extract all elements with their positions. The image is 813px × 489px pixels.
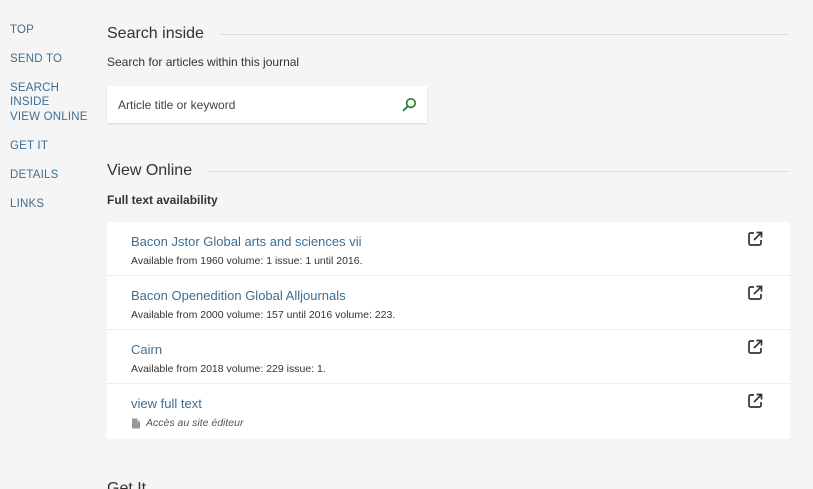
get-it-heading: Get It [107, 480, 147, 489]
external-link-icon[interactable] [746, 338, 764, 356]
view-online-header: View Online [107, 162, 789, 180]
list-item: Bacon Openedition Global Alljournals Ava… [107, 276, 790, 330]
results-list: Bacon Jstor Global arts and sciences vii… [107, 222, 790, 439]
get-it-header: Get It [107, 480, 789, 489]
view-online-heading: View Online [107, 162, 193, 179]
search-inside-header: Search inside [107, 25, 789, 43]
nav-get-it[interactable]: GET IT [10, 139, 102, 168]
nav-details[interactable]: DETAILS [10, 168, 102, 197]
nav-search-inside[interactable]: SEARCH INSIDE [10, 81, 102, 110]
search-inside-heading: Search inside [107, 25, 204, 42]
list-item: Bacon Jstor Global arts and sciences vii… [107, 222, 790, 276]
search-button[interactable] [391, 86, 427, 123]
full-text-availability-label: Full text availability [107, 193, 218, 207]
external-link-icon[interactable] [746, 392, 764, 410]
nav-view-online[interactable]: VIEW ONLINE [10, 110, 102, 139]
result-title-link[interactable]: Cairn [131, 342, 162, 357]
external-link-icon[interactable] [746, 230, 764, 248]
list-item: Cairn Available from 2018 volume: 229 is… [107, 330, 790, 384]
search-box [107, 86, 427, 123]
result-note-text: Accès au site éditeur [146, 417, 244, 429]
document-icon [131, 418, 141, 429]
result-availability: Available from 2000 volume: 157 until 20… [131, 309, 396, 321]
search-inside-subtitle: Search for articles within this journal [107, 55, 300, 69]
result-title-link[interactable]: Bacon Jstor Global arts and sciences vii [131, 234, 362, 249]
result-availability: Available from 2018 volume: 229 issue: 1… [131, 363, 326, 375]
section-divider [219, 33, 789, 35]
section-divider [208, 170, 789, 172]
result-title-link[interactable]: Bacon Openedition Global Alljournals [131, 288, 346, 303]
nav-send-to[interactable]: SEND TO [10, 52, 102, 81]
result-availability: Available from 1960 volume: 1 issue: 1 u… [131, 255, 363, 267]
side-nav: TOP SEND TO SEARCH INSIDE VIEW ONLINE GE… [10, 23, 102, 226]
search-icon [402, 97, 416, 112]
external-link-icon[interactable] [746, 284, 764, 302]
list-item: view full text Accès au site éditeur [107, 384, 790, 439]
search-input[interactable] [118, 97, 391, 112]
result-note: Accès au site éditeur [131, 417, 766, 429]
nav-top[interactable]: TOP [10, 23, 102, 52]
result-title-link[interactable]: view full text [131, 396, 202, 411]
nav-links[interactable]: LINKS [10, 197, 102, 226]
